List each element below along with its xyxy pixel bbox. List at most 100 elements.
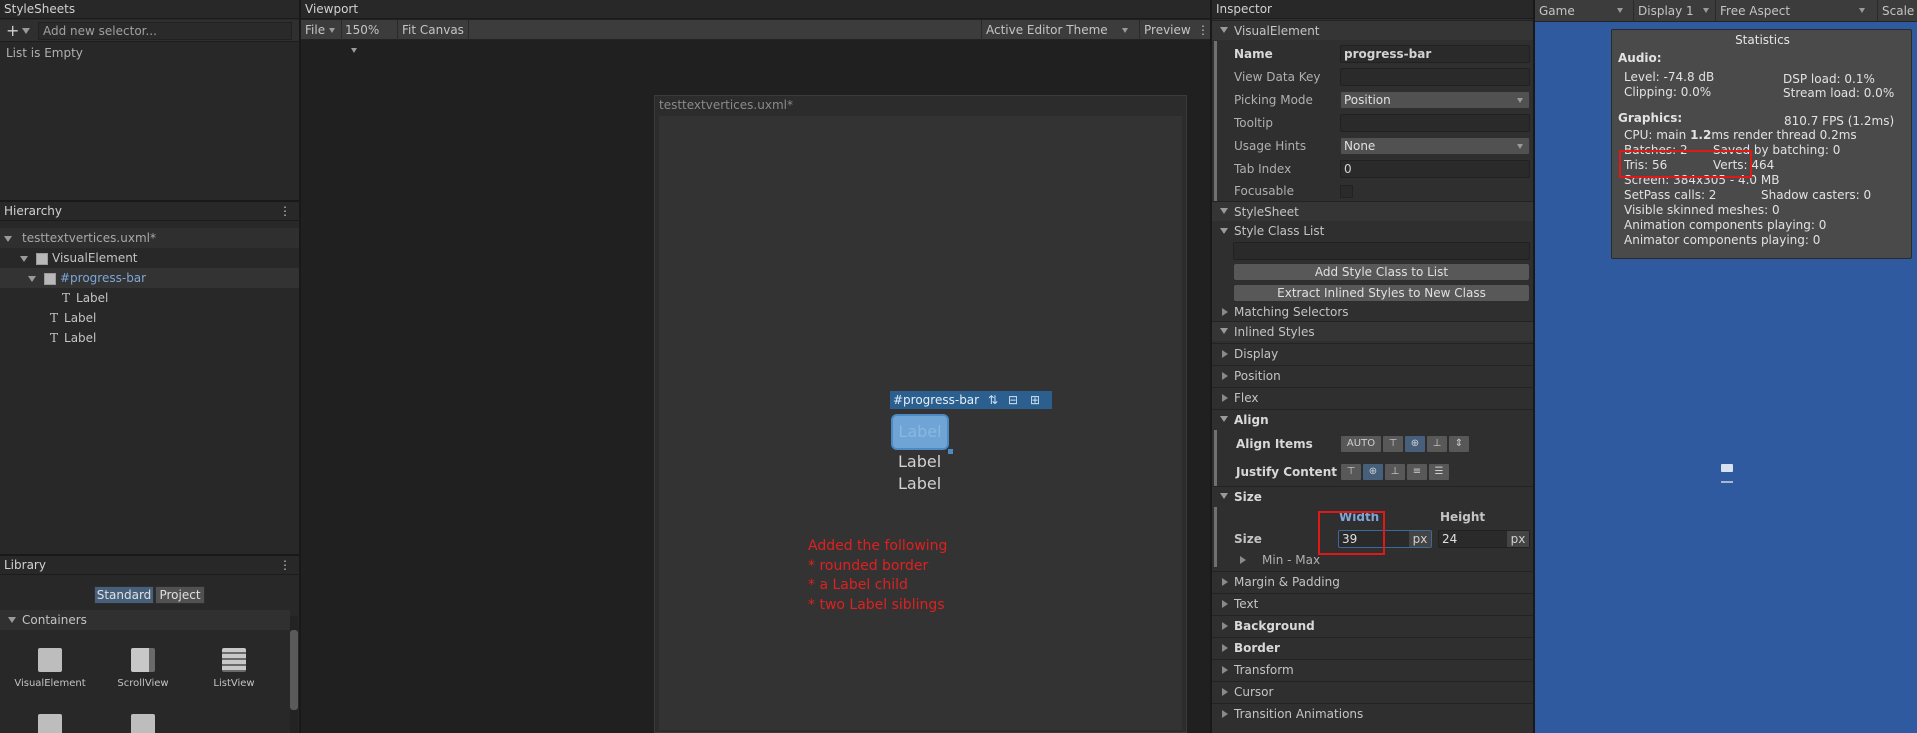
align-start-icon[interactable]: ⊤ xyxy=(1382,435,1404,453)
expand-icon[interactable] xyxy=(1222,710,1228,718)
justify-space-around-icon[interactable]: ☰ xyxy=(1428,463,1450,481)
collapse-icon[interactable] xyxy=(1220,493,1228,499)
justify-center-icon[interactable]: ⊞ xyxy=(1030,391,1040,409)
library-card-scrollview[interactable]: ScrollView xyxy=(100,648,186,689)
expand-icon[interactable] xyxy=(1222,578,1228,586)
scrollbar-thumb[interactable] xyxy=(290,630,298,710)
collapse-icon[interactable] xyxy=(1220,228,1228,234)
collapse-icon[interactable] xyxy=(1220,208,1228,214)
hierarchy-item-label-child[interactable]: T Label xyxy=(0,288,299,308)
library-card-listview[interactable]: ListView xyxy=(191,648,277,689)
justify-space-between-icon[interactable]: ≡ xyxy=(1406,463,1428,481)
expand-icon[interactable] xyxy=(20,255,28,262)
expand-icon[interactable] xyxy=(1222,688,1228,696)
inspector-inlined-styles-header[interactable]: Inlined Styles xyxy=(1212,321,1533,341)
hierarchy-menu-icon[interactable]: ⋮ xyxy=(279,202,291,221)
add-selector-plus-icon[interactable]: + xyxy=(6,21,19,40)
inlined-transition[interactable]: Transition Animations xyxy=(1212,703,1533,723)
inlined-size[interactable]: Size xyxy=(1212,486,1533,506)
align-end-icon[interactable]: ⊥ xyxy=(1426,435,1448,453)
library-menu-icon[interactable]: ⋮ xyxy=(279,556,291,575)
extract-inlined-styles-button[interactable]: Extract Inlined Styles to New Class xyxy=(1233,284,1530,302)
inlined-border[interactable]: Border xyxy=(1212,637,1533,657)
hierarchy-item-label-sibling-2[interactable]: T Label xyxy=(0,328,299,348)
focusable-checkbox[interactable] xyxy=(1340,185,1353,198)
hierarchy-item-progress-bar[interactable]: #progress-bar xyxy=(0,268,299,288)
align-center-icon[interactable]: ⊕ xyxy=(1404,435,1426,453)
matching-selectors-row[interactable]: Matching Selectors xyxy=(1212,302,1533,322)
display-dropdown[interactable]: Display 1 xyxy=(1633,0,1713,22)
inlined-display[interactable]: Display xyxy=(1212,343,1533,363)
library-tab-project[interactable]: Project xyxy=(155,586,205,604)
picking-mode-dropdown[interactable]: Position xyxy=(1340,91,1530,109)
resize-handle[interactable] xyxy=(948,449,953,454)
preview-button[interactable]: Preview xyxy=(1139,20,1191,40)
min-max-row[interactable]: Min - Max xyxy=(1240,551,1320,569)
name-input[interactable]: progress-bar xyxy=(1340,45,1530,63)
inlined-text[interactable]: Text xyxy=(1212,593,1533,613)
library-scrollbar[interactable] xyxy=(290,616,298,733)
add-dropdown-icon[interactable] xyxy=(22,28,30,34)
collapse-icon[interactable] xyxy=(1220,416,1228,422)
justify-start-icon[interactable]: ⊤ xyxy=(1340,463,1362,481)
align-center-icon[interactable]: ⊟ xyxy=(1008,391,1018,409)
usage-hints-dropdown[interactable]: None xyxy=(1340,137,1530,155)
add-selector-input[interactable]: Add new selector... xyxy=(38,22,292,40)
hierarchy-item-visualelement[interactable]: VisualElement xyxy=(0,248,299,268)
expand-icon[interactable] xyxy=(28,275,36,282)
expand-icon[interactable] xyxy=(1222,372,1228,380)
inlined-cursor[interactable]: Cursor xyxy=(1212,681,1533,701)
expand-icon[interactable] xyxy=(1222,350,1228,358)
align-auto-button[interactable]: AUTO xyxy=(1340,435,1382,453)
inlined-align[interactable]: Align xyxy=(1212,409,1533,429)
view-data-key-input[interactable] xyxy=(1340,68,1530,86)
library-card-visualelement[interactable]: VisualElement xyxy=(7,648,93,689)
progress-bar-element[interactable]: Label xyxy=(891,414,949,450)
aspect-dropdown[interactable]: Free Aspect xyxy=(1715,0,1871,22)
selected-element-tag[interactable]: #progress-bar ⇅ ⊟ ⊞ xyxy=(890,391,1052,409)
inlined-margin-padding[interactable]: Margin & Padding xyxy=(1212,571,1533,591)
width-unit[interactable]: px xyxy=(1409,531,1431,547)
inlined-flex[interactable]: Flex xyxy=(1212,387,1533,407)
sibling-label-1[interactable]: Label xyxy=(898,452,941,471)
library-section-containers[interactable]: Containers xyxy=(0,610,290,630)
inlined-transform[interactable]: Transform xyxy=(1212,659,1533,679)
collapse-icon[interactable] xyxy=(1220,328,1228,334)
add-style-class-button[interactable]: Add Style Class to List xyxy=(1233,263,1530,281)
align-stretch-icon[interactable]: ⇕ xyxy=(1448,435,1470,453)
expand-icon[interactable] xyxy=(1222,644,1228,652)
expand-icon[interactable] xyxy=(1240,556,1246,564)
sibling-label-2[interactable]: Label xyxy=(898,474,941,493)
collapse-icon[interactable] xyxy=(1220,27,1228,33)
style-class-input[interactable] xyxy=(1233,242,1530,260)
justify-end-icon[interactable]: ⊥ xyxy=(1384,463,1406,481)
library-tab-standard[interactable]: Standard xyxy=(94,586,154,604)
inspector-stylesheet-header[interactable]: StyleSheet xyxy=(1212,201,1533,221)
inlined-background[interactable]: Background xyxy=(1212,615,1533,635)
hierarchy-root-row[interactable]: testtextvertices.uxml* xyxy=(0,228,299,248)
height-input[interactable]: 24 px xyxy=(1438,530,1530,548)
inlined-position[interactable]: Position xyxy=(1212,365,1533,385)
hierarchy-item-label-sibling-1[interactable]: T Label xyxy=(0,308,299,328)
expand-icon[interactable] xyxy=(1222,308,1228,316)
expand-icon[interactable] xyxy=(4,235,12,242)
zoom-dropdown[interactable]: 150% xyxy=(341,20,395,53)
expand-icon[interactable] xyxy=(1222,600,1228,608)
inspector-visualelement-header[interactable]: VisualElement xyxy=(1212,20,1533,40)
game-tab[interactable]: Game xyxy=(1539,0,1629,22)
viewport-menu-icon[interactable]: ⋮ xyxy=(1197,20,1209,40)
expand-icon[interactable] xyxy=(1222,666,1228,674)
file-menu[interactable]: File xyxy=(305,20,335,40)
height-unit[interactable]: px xyxy=(1507,531,1529,547)
canvas[interactable]: testtextvertices.uxml* #progress-bar ⇅ ⊟… xyxy=(654,95,1187,733)
theme-dropdown[interactable]: Active Editor Theme xyxy=(981,20,1134,40)
fit-canvas-button[interactable]: Fit Canvas xyxy=(397,20,469,40)
style-class-list-row[interactable]: Style Class List xyxy=(1212,221,1533,241)
tooltip-input[interactable] xyxy=(1340,114,1530,132)
expand-icon[interactable] xyxy=(8,617,16,623)
expand-icon[interactable] xyxy=(1222,394,1228,402)
tab-index-input[interactable]: 0 xyxy=(1340,160,1530,178)
justify-center-icon[interactable]: ⊕ xyxy=(1362,463,1384,481)
scale-label[interactable]: Scale xyxy=(1877,0,1914,22)
expand-icon[interactable] xyxy=(1222,622,1228,630)
